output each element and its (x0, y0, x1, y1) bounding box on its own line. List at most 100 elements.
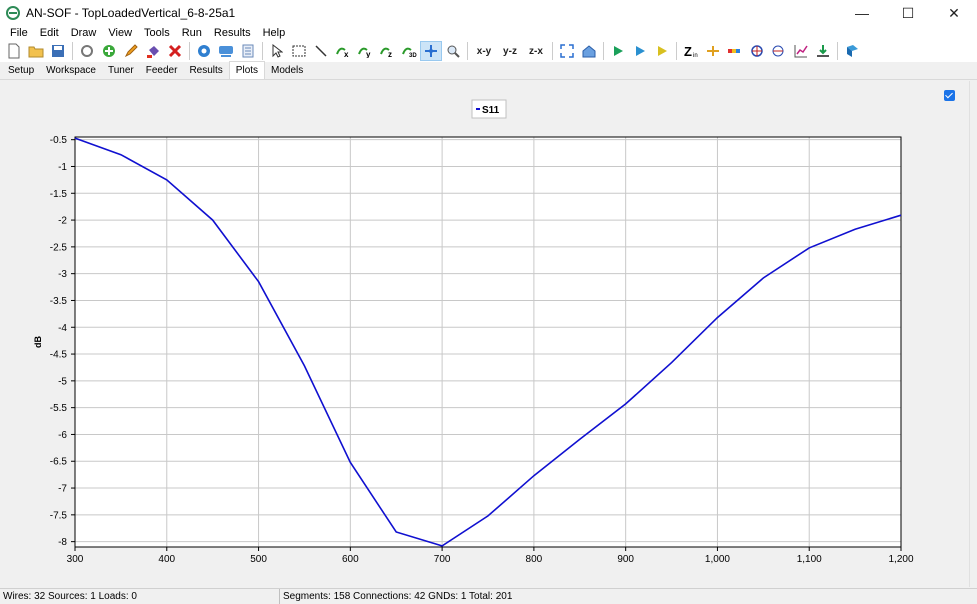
menu-file[interactable]: File (4, 26, 34, 40)
s11-chart: 300 400 500 600 700 800 900 1,000 1,100 1,200 -0.5… (33, 99, 914, 565)
svg-text:3D: 3D (409, 53, 417, 58)
toolbar-separator (837, 42, 838, 60)
menu-draw[interactable]: Draw (65, 26, 103, 40)
svg-text:x: x (344, 50, 349, 58)
plot-chart-icon[interactable] (790, 41, 812, 61)
x-tick-label: 1,200 (888, 554, 913, 565)
minimize-button[interactable]: — (839, 0, 885, 26)
window-controls: — ☐ ✕ (839, 0, 977, 26)
pattern-2d-icon[interactable] (768, 41, 790, 61)
export-icon[interactable] (812, 41, 834, 61)
toolbar-separator (262, 42, 263, 60)
home-view-icon[interactable] (578, 41, 600, 61)
select-pointer-icon[interactable] (266, 41, 288, 61)
zoom-magnifier-icon[interactable] (442, 41, 464, 61)
y-tick-label: -3 (58, 269, 67, 280)
near-field-icon[interactable] (724, 41, 746, 61)
tab-feeder[interactable]: Feeder (140, 63, 184, 79)
y-tick-label: -4.5 (50, 350, 68, 361)
y-tick-label: -8 (58, 537, 67, 548)
run-step-icon[interactable] (629, 41, 651, 61)
comment-icon[interactable] (215, 41, 237, 61)
toolbar-separator (467, 42, 468, 60)
tab-results[interactable]: Results (183, 63, 228, 79)
y-tick-label: -2 (58, 216, 67, 227)
view-zx-button[interactable]: z-x (523, 41, 549, 61)
toolbar-separator (189, 42, 190, 60)
maximize-button[interactable]: ☐ (885, 0, 931, 26)
plot-panel: 300 400 500 600 700 800 900 1,000 1,100 1,200 -0.5… (0, 81, 969, 587)
rotate-z-icon[interactable]: z (376, 41, 398, 61)
x-tick-label: 800 (526, 554, 543, 565)
new-file-icon[interactable] (3, 41, 25, 61)
draw-line-icon[interactable] (310, 41, 332, 61)
status-bar: Wires: 32 Sources: 1 Loads: 0 Segments: … (0, 588, 977, 604)
x-tick-label: 1,000 (705, 554, 730, 565)
toolbar-separator (72, 42, 73, 60)
document-list-icon[interactable] (237, 41, 259, 61)
book-help-icon[interactable] (841, 41, 863, 61)
x-tick-label: 700 (434, 554, 451, 565)
tab-bar: Setup Workspace Tuner Feeder Results Plo… (0, 61, 977, 80)
toolbar-separator (552, 42, 553, 60)
tab-tuner[interactable]: Tuner (102, 63, 140, 79)
tab-workspace[interactable]: Workspace (40, 63, 102, 79)
tab-models[interactable]: Models (265, 63, 309, 79)
x-tick-label: 400 (158, 554, 175, 565)
undo-icon[interactable] (76, 41, 98, 61)
y-tick-label: -7 (58, 484, 67, 495)
menu-edit[interactable]: Edit (34, 26, 65, 40)
menu-help[interactable]: Help (257, 26, 292, 40)
vertical-scrollbar[interactable] (969, 81, 977, 587)
delete-icon[interactable] (164, 41, 186, 61)
y-tick-label: -7.5 (50, 510, 68, 521)
rotate-y-icon[interactable]: y (354, 41, 376, 61)
y-tick-label: -2.5 (50, 242, 68, 253)
plot-background (75, 137, 901, 547)
toolbar-separator (676, 42, 677, 60)
menu-run[interactable]: Run (176, 26, 208, 40)
window-title: AN-SOF - TopLoadedVertical_6-8-25a1 (26, 6, 236, 20)
y-tick-label: -5.5 (50, 403, 68, 414)
rotate-x-icon[interactable]: x (332, 41, 354, 61)
svg-text:z: z (388, 50, 392, 58)
status-segments-summary: Segments: 158 Connections: 42 GNDs: 1 To… (283, 591, 513, 602)
pan-move-icon[interactable] (420, 41, 442, 61)
menu-tools[interactable]: Tools (138, 26, 176, 40)
y-tick-label: -0.5 (50, 135, 68, 146)
run-sweep-icon[interactable] (651, 41, 673, 61)
close-button[interactable]: ✕ (931, 0, 977, 26)
save-icon[interactable] (47, 41, 69, 61)
add-wire-icon[interactable] (98, 41, 120, 61)
x-tick-label: 900 (617, 554, 634, 565)
impedance-zin-icon[interactable]: Zin (680, 41, 702, 61)
menu-results[interactable]: Results (208, 26, 257, 40)
menu-bar: File Edit Draw View Tools Run Results He… (0, 26, 977, 40)
current-distribution-icon[interactable] (702, 41, 724, 61)
svg-text:in: in (693, 53, 698, 58)
run-icon[interactable] (607, 41, 629, 61)
x-tick-label: 500 (250, 554, 267, 565)
pencil-icon[interactable] (120, 41, 142, 61)
title-bar: AN-SOF - TopLoadedVertical_6-8-25a1 — ☐ … (0, 0, 977, 26)
settings-gear-icon[interactable] (193, 41, 215, 61)
paint-bucket-icon[interactable] (142, 41, 164, 61)
radiation-pattern-icon[interactable] (746, 41, 768, 61)
x-tick-label: 300 (67, 554, 84, 565)
y-axis-label: dB (33, 336, 43, 348)
view-yz-button[interactable]: y-z (497, 41, 523, 61)
rectangle-select-icon[interactable] (288, 41, 310, 61)
open-folder-icon[interactable] (25, 41, 47, 61)
tab-setup[interactable]: Setup (2, 63, 40, 79)
legend-label: S11 (482, 105, 500, 116)
toolbar-separator (603, 42, 604, 60)
x-tick-label: 1,100 (797, 554, 822, 565)
show-legend-checkbox[interactable] (944, 90, 955, 101)
tab-plots[interactable]: Plots (228, 61, 266, 79)
x-tick-label: 600 (342, 554, 359, 565)
svg-text:y: y (366, 50, 371, 58)
fit-view-icon[interactable] (556, 41, 578, 61)
rotate-3d-icon[interactable]: 3D (398, 41, 420, 61)
view-xy-button[interactable]: x-y (471, 41, 497, 61)
menu-view[interactable]: View (102, 26, 138, 40)
